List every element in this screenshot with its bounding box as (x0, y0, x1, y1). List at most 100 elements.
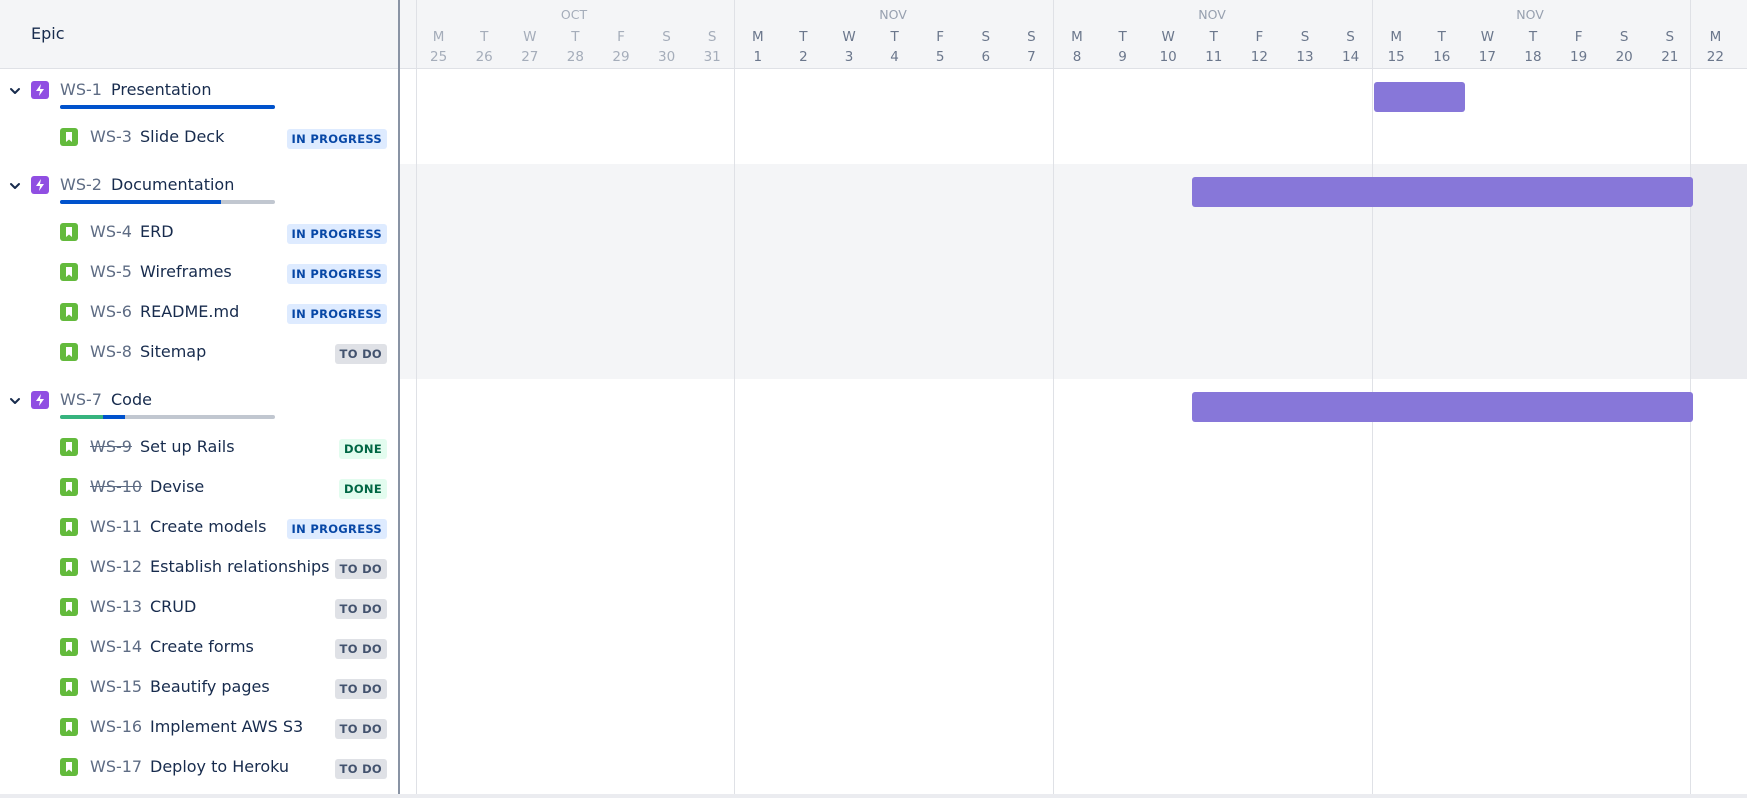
epic-lightning-icon (31, 81, 49, 99)
status-badge[interactable]: DONE (338, 439, 387, 459)
epic-timeline-bar[interactable] (1373, 82, 1465, 112)
status-badge[interactable]: IN PROGRESS (286, 129, 387, 149)
issue-key[interactable]: WS-1 (60, 80, 102, 99)
epic-timeline-bar[interactable] (1191, 392, 1693, 422)
issue-summary[interactable]: Set up Rails (140, 437, 235, 456)
day-letter: T (1437, 29, 1446, 45)
status-badge[interactable]: IN PROGRESS (286, 304, 387, 324)
issue-summary[interactable]: ERD (140, 222, 174, 241)
issue-summary[interactable]: Establish relationships (150, 557, 330, 576)
issue-key[interactable]: WS-8 (90, 342, 132, 361)
issue-summary[interactable]: Code (111, 390, 152, 409)
day-number: 10 (1159, 49, 1177, 65)
epic-row-ws-7[interactable]: WS-7 Code (0, 382, 398, 422)
issue-key[interactable]: WS-10 (90, 477, 142, 496)
issue-summary[interactable]: Presentation (111, 80, 211, 99)
day-number: 11 (1205, 49, 1223, 65)
story-bookmark-icon (60, 638, 78, 656)
story-bookmark-icon (60, 263, 78, 281)
issue-key[interactable]: WS-5 (90, 262, 132, 281)
issue-row-ws-15[interactable]: WS-15 Beautify pages TO DO (0, 669, 398, 709)
status-badge[interactable]: TO DO (334, 759, 387, 779)
day-number: 7 (1027, 49, 1036, 65)
day-number: 19 (1570, 49, 1588, 65)
day-number: 28 (566, 49, 584, 65)
issue-summary[interactable]: Wireframes (140, 262, 232, 281)
day-number: 12 (1250, 49, 1268, 65)
issue-key[interactable]: WS-9 (90, 437, 132, 456)
issue-summary[interactable]: Slide Deck (140, 127, 224, 146)
day-letter: S (662, 29, 671, 45)
month-label: OCT (560, 7, 588, 22)
issue-summary[interactable]: Create forms (150, 637, 254, 656)
day-letter: S (1300, 29, 1310, 45)
issue-row-ws-17[interactable]: WS-17 Deploy to Heroku TO DO (0, 749, 398, 789)
chevron-down-icon[interactable] (8, 178, 22, 192)
day-letter: T (571, 29, 580, 45)
issue-summary[interactable]: Documentation (111, 175, 234, 194)
issue-key[interactable]: WS-14 (90, 637, 142, 656)
issue-row-ws-6[interactable]: WS-6 README.md IN PROGRESS (0, 294, 398, 334)
issue-key[interactable]: WS-4 (90, 222, 132, 241)
status-badge[interactable]: TO DO (334, 344, 387, 364)
issue-summary[interactable]: CRUD (150, 597, 196, 616)
issue-row-ws-13[interactable]: WS-13 CRUD TO DO (0, 589, 398, 629)
issue-summary[interactable]: Deploy to Heroku (150, 757, 289, 776)
chevron-down-icon[interactable] (8, 393, 22, 407)
issue-key[interactable]: WS-7 (60, 390, 102, 409)
epic-row-ws-1[interactable]: WS-1 Presentation (0, 72, 398, 112)
day-number: 6 (981, 49, 991, 65)
status-badge[interactable]: IN PROGRESS (286, 224, 387, 244)
issue-key[interactable]: WS-13 (90, 597, 142, 616)
epic-timeline-bar[interactable] (1191, 177, 1693, 207)
issue-row-ws-4[interactable]: WS-4 ERD IN PROGRESS (0, 214, 398, 254)
issue-summary[interactable]: Implement AWS S3 (150, 717, 303, 736)
status-badge[interactable]: TO DO (334, 559, 387, 579)
status-badge[interactable]: TO DO (334, 719, 387, 739)
day-letter: F (617, 29, 625, 45)
issue-row-ws-9[interactable]: WS-9 Set up Rails DONE (0, 429, 398, 469)
status-badge[interactable]: TO DO (334, 679, 387, 699)
day-number: 25 (430, 49, 448, 65)
progress-done-segment (60, 415, 103, 419)
issue-row-ws-10[interactable]: WS-10 Devise DONE (0, 469, 398, 509)
future-week-shade (1691, 164, 1747, 379)
issue-row-ws-12[interactable]: WS-12 Establish relationships TO DO (0, 549, 398, 589)
epic-column-title: Epic (31, 24, 65, 43)
issue-key[interactable]: WS-2 (60, 175, 102, 194)
status-badge[interactable]: DONE (338, 479, 387, 499)
issue-row-ws-16[interactable]: WS-16 Implement AWS S3 TO DO (0, 709, 398, 749)
issue-key[interactable]: WS-12 (90, 557, 142, 576)
issue-row-ws-8[interactable]: WS-8 Sitemap TO DO (0, 334, 398, 374)
issue-summary[interactable]: Devise (150, 477, 204, 496)
day-number: 13 (1296, 49, 1314, 65)
issue-summary[interactable]: Beautify pages (150, 677, 270, 696)
day-letter: F (1574, 29, 1583, 45)
status-badge[interactable]: IN PROGRESS (286, 264, 387, 284)
issue-key[interactable]: WS-11 (90, 517, 142, 536)
week-divider (734, 0, 735, 798)
horizontal-scrollbar[interactable] (0, 794, 1747, 798)
day-letter: T (1528, 29, 1538, 45)
issue-row-ws-11[interactable]: WS-11 Create models IN PROGRESS (0, 509, 398, 549)
issue-key[interactable]: WS-6 (90, 302, 132, 321)
issue-key[interactable]: WS-17 (90, 757, 142, 776)
day-number: 8 (1072, 49, 1082, 65)
status-badge[interactable]: TO DO (334, 639, 387, 659)
status-badge[interactable]: IN PROGRESS (286, 519, 387, 539)
issue-row-ws-14[interactable]: WS-14 Create forms TO DO (0, 629, 398, 669)
epic-row-ws-2[interactable]: WS-2 Documentation (0, 167, 398, 207)
issue-summary[interactable]: Sitemap (140, 342, 206, 361)
issue-row-ws-5[interactable]: WS-5 Wireframes IN PROGRESS (0, 254, 398, 294)
issue-summary[interactable]: README.md (140, 302, 239, 321)
issue-key[interactable]: WS-3 (90, 127, 132, 146)
issue-row-ws-3[interactable]: WS-3 Slide Deck IN PROGRESS (0, 119, 398, 159)
issue-summary[interactable]: Create models (150, 517, 266, 536)
status-badge[interactable]: TO DO (334, 599, 387, 619)
story-bookmark-icon (60, 718, 78, 736)
day-number: 22 (1706, 49, 1724, 65)
issue-key[interactable]: WS-16 (90, 717, 142, 736)
timeline-panel: OCT NOV NOV NOV M 25 T 26 W 27 T 28 F 29 S 30 S 31 M 1 T 2 W 3 T… (400, 0, 1747, 798)
issue-key[interactable]: WS-15 (90, 677, 142, 696)
chevron-down-icon[interactable] (8, 83, 22, 97)
